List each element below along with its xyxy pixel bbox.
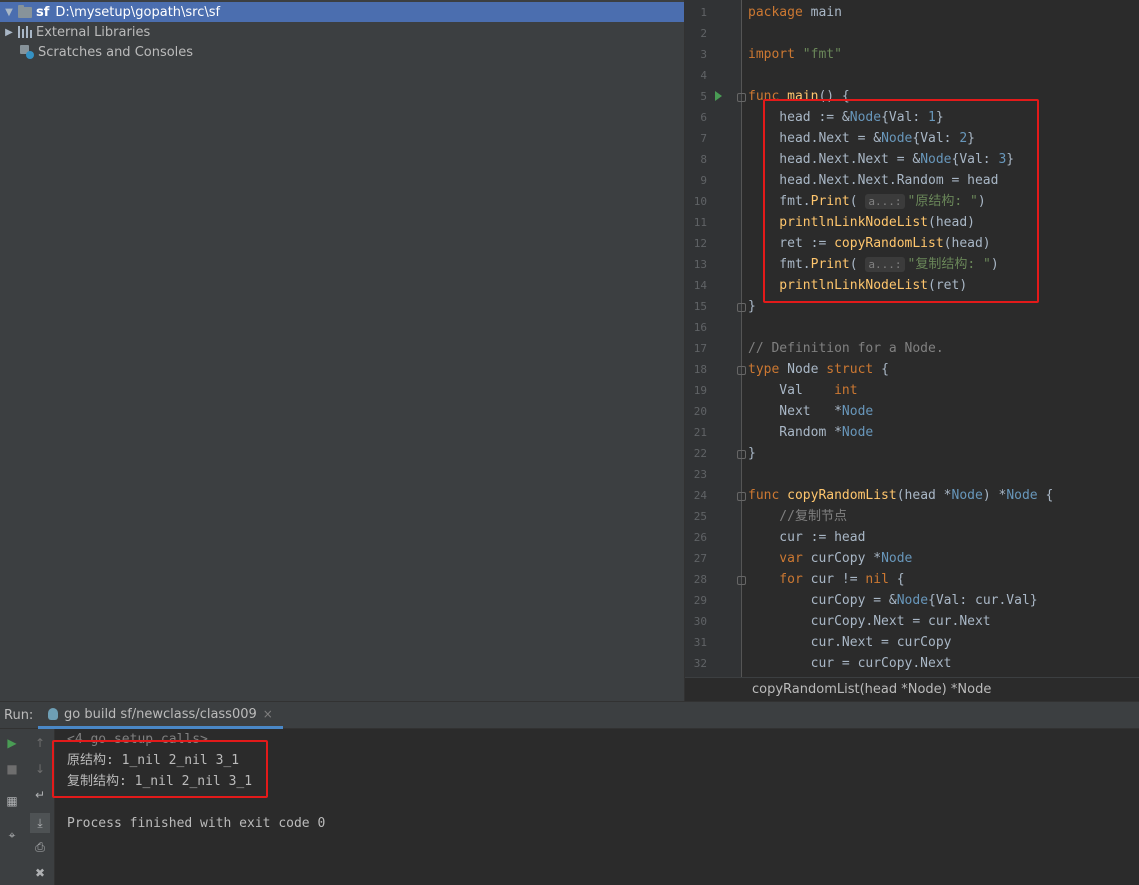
code-line: curCopy.Next = cur.Next — [748, 614, 991, 629]
tree-item-label: External Libraries — [36, 24, 151, 40]
layout-icon[interactable]: ▦ — [4, 793, 20, 809]
line-number: 21 — [693, 426, 707, 439]
line-number: 2 — [700, 27, 707, 40]
line-number: 31 — [693, 636, 707, 649]
code-line: Random *Node — [748, 425, 874, 440]
code-line: import "fmt" — [748, 47, 842, 62]
line-number: 4 — [700, 69, 707, 82]
console-line: Process finished with exit code 0 — [67, 816, 326, 831]
code-line: func copyRandomList(head *Node) *Node { — [748, 488, 1054, 503]
run-tab-label: go build sf/newclass/class009 — [64, 706, 257, 722]
code-line: //复制节点 — [748, 509, 847, 524]
line-number: 5 — [700, 90, 707, 103]
rerun-icon[interactable]: ▶ — [4, 735, 20, 751]
highlight-box — [763, 99, 1039, 303]
line-number: 22 — [693, 447, 707, 460]
chevron-down-icon[interactable]: ▼ — [4, 7, 14, 18]
fold-icon[interactable] — [737, 366, 746, 375]
code-line: cur.Next = curCopy — [748, 635, 952, 650]
tree-item-external-libraries[interactable]: ▶ External Libraries — [0, 22, 150, 42]
code-line: curCopy = &Node{Val: cur.Val} — [748, 593, 1038, 608]
line-number: 12 — [693, 237, 707, 250]
tree-item-sf-root[interactable]: ▼ sf D:\mysetup\gopath\src\sf — [0, 2, 684, 22]
console-output[interactable]: <4 go setup calls> 原结构: 1_nil 2_nil 3_1 … — [52, 729, 1139, 885]
code-line: cur := head — [748, 530, 866, 545]
project-panel: ▼ sf D:\mysetup\gopath\src\sf ▶ External… — [0, 0, 685, 701]
line-number: 24 — [693, 489, 707, 502]
run-tools-left: ▶ ■ ▦ ⌖ — [0, 729, 26, 885]
line-number: 8 — [700, 153, 707, 166]
down-arrow-icon[interactable]: ↓ — [32, 761, 48, 777]
line-number: 26 — [693, 531, 707, 544]
code-line: Val int — [748, 383, 858, 398]
line-number: 30 — [693, 615, 707, 628]
fold-icon[interactable] — [737, 303, 746, 312]
line-number: 28 — [693, 573, 707, 586]
fold-icon[interactable] — [737, 492, 746, 501]
line-number: 20 — [693, 405, 707, 418]
line-number: 29 — [693, 594, 707, 607]
pin-icon[interactable]: ⌖ — [4, 827, 20, 843]
run-label: Run: — [4, 708, 34, 723]
scratches-icon — [20, 45, 34, 59]
run-config-tab[interactable]: go build sf/newclass/class009 × — [38, 702, 283, 729]
highlight-box — [52, 740, 268, 798]
line-number: 1 — [700, 6, 707, 19]
line-number: 17 — [693, 342, 707, 355]
code-line: var curCopy *Node — [748, 551, 913, 566]
code-editor[interactable]: 1 2 3 4 5 6 7 8 9 10 11 12 13 14 15 16 17 18 19 20 21 22 23 24 2… — [685, 0, 1139, 677]
line-number: 16 — [693, 321, 707, 334]
go-icon — [48, 708, 58, 720]
up-arrow-icon[interactable]: ↑ — [32, 735, 48, 751]
tree-item-label: Scratches and Consoles — [38, 44, 194, 60]
soft-wrap-icon[interactable]: ↵ — [32, 787, 48, 803]
chevron-right-icon[interactable]: ▶ — [4, 27, 14, 38]
library-icon — [18, 26, 32, 38]
line-number: 14 — [693, 279, 707, 292]
tree-item-scratches[interactable]: Scratches and Consoles — [0, 42, 193, 62]
tree-item-label: sf — [36, 4, 50, 20]
line-number: 9 — [700, 174, 707, 187]
run-gutter-icon[interactable] — [715, 91, 722, 101]
code-line: } — [748, 299, 756, 314]
code-line: package main — [748, 5, 842, 20]
code-line: cur = curCopy.Next — [748, 656, 952, 671]
line-number: 25 — [693, 510, 707, 523]
editor-breadcrumb[interactable]: copyRandomList(head *Node) *Node — [685, 677, 1139, 701]
print-icon[interactable]: ⎙ — [32, 839, 48, 855]
code-line: } — [748, 446, 756, 461]
trash-icon[interactable]: ✖ — [32, 865, 48, 881]
line-number: 15 — [693, 300, 707, 313]
line-number: 27 — [693, 552, 707, 565]
tree-item-path: D:\mysetup\gopath\src\sf — [55, 4, 221, 20]
code-line: type Node struct { — [748, 362, 889, 377]
line-number: 19 — [693, 384, 707, 397]
code-line: // Definition for a Node. — [748, 341, 944, 356]
run-tools-right: ↑ ↓ ↵ ⤓ ⎙ ✖ — [26, 729, 55, 885]
scroll-to-end-icon[interactable]: ⤓ — [30, 813, 50, 833]
code-line: for cur != nil { — [748, 572, 905, 587]
line-number: 3 — [700, 48, 707, 61]
fold-icon[interactable] — [737, 93, 746, 102]
run-toolbar: Run: go build sf/newclass/class009 × — [0, 701, 1139, 729]
line-number: 10 — [693, 195, 707, 208]
stop-icon[interactable]: ■ — [4, 761, 20, 777]
line-number: 6 — [700, 111, 707, 124]
line-number: 18 — [693, 363, 707, 376]
fold-icon[interactable] — [737, 576, 746, 585]
line-number: 11 — [693, 216, 707, 229]
fold-icon[interactable] — [737, 450, 746, 459]
line-number: 13 — [693, 258, 707, 271]
line-number: 7 — [700, 132, 707, 145]
folder-icon — [18, 4, 32, 18]
close-icon[interactable]: × — [263, 707, 273, 721]
line-number: 23 — [693, 468, 707, 481]
line-number: 32 — [693, 657, 707, 670]
code-line: Next *Node — [748, 404, 874, 419]
